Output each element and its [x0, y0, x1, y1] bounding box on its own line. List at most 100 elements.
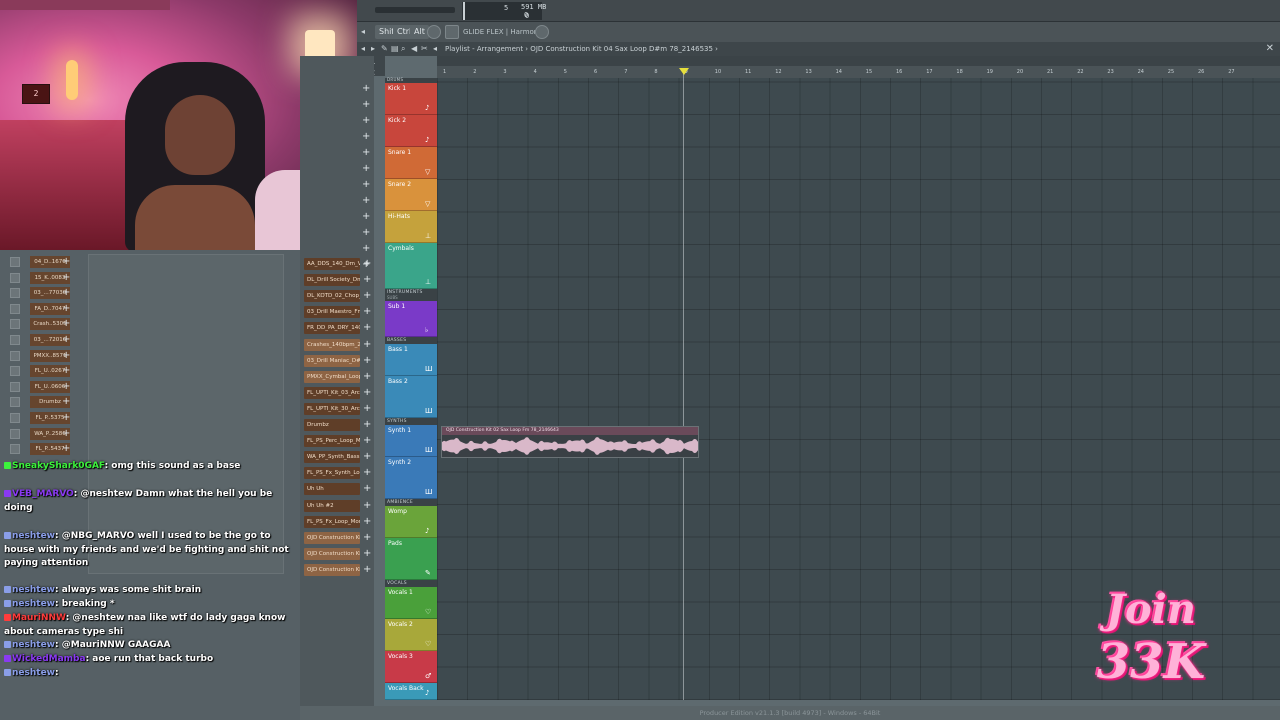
channel-row[interactable]: DL_KOTD_02_Chop_D...+: [302, 289, 372, 303]
arrow-left-icon[interactable]: ◂: [361, 44, 369, 53]
chat-username[interactable]: neshtew: [12, 640, 55, 650]
menu-icon[interactable]: [445, 25, 459, 39]
mute-toggle[interactable]: [10, 272, 20, 283]
channel-row[interactable]: FL_UPTI_Kit_03_Arc... +: [302, 386, 372, 400]
plus-icon[interactable]: +: [62, 349, 70, 363]
snap-icon[interactable]: [427, 25, 441, 39]
play-icon[interactable]: ▸: [371, 44, 379, 53]
plus-icon[interactable]: +: [362, 116, 372, 126]
plus-icon[interactable]: +: [362, 212, 372, 222]
plus-icon[interactable]: +: [62, 380, 70, 394]
group-basses[interactable]: BASSES: [385, 337, 437, 344]
channel-row[interactable]: 03_Drill Maniac_D#m...+: [302, 354, 372, 368]
playhead-marker[interactable]: [679, 68, 689, 75]
plus-icon[interactable]: +: [363, 354, 371, 368]
browser-row[interactable]: PMXX..8571 +: [0, 349, 300, 363]
mute-toggle[interactable]: [10, 397, 20, 408]
plus-icon[interactable]: +: [62, 411, 70, 425]
track-header[interactable]: Bass 2 Ш: [385, 376, 437, 418]
channel-row[interactable]: OJD Construction Kit...+: [302, 563, 372, 577]
plus-icon[interactable]: +: [62, 427, 70, 441]
audio-clip[interactable]: OJD Construction Kit 02 Sax Loop Fm 78_2…: [441, 426, 699, 458]
channel-row[interactable]: Drumbz +: [302, 418, 372, 432]
plus-icon[interactable]: +: [363, 531, 371, 545]
master-volume-slider[interactable]: [375, 7, 455, 13]
mute-toggle[interactable]: [10, 335, 20, 345]
channel-row[interactable]: FL_PS_Fx_Synth_Loop...+: [302, 466, 372, 480]
plus-icon[interactable]: +: [362, 164, 372, 174]
track-header[interactable]: Synth 1 Ш: [385, 425, 437, 457]
track-header[interactable]: Pads ✎: [385, 538, 437, 580]
time-selection-bar[interactable]: [437, 56, 1280, 66]
track-header[interactable]: Vocals 1 ♡: [385, 587, 437, 619]
arrow-icon[interactable]: ◂: [433, 44, 441, 53]
plus-icon[interactable]: +: [363, 289, 371, 303]
plus-icon[interactable]: +: [363, 482, 371, 496]
plus-icon[interactable]: +: [363, 499, 371, 513]
chat-username[interactable]: neshtew: [12, 599, 55, 609]
mute-toggle[interactable]: [10, 428, 20, 439]
channel-row[interactable]: AA_DDS_140_Dm_VR...+: [302, 257, 372, 271]
track-header[interactable]: Womp ♪: [385, 506, 437, 538]
plus-icon[interactable]: +: [363, 418, 371, 432]
chat-username[interactable]: MauriNNW: [12, 613, 66, 623]
channel-row[interactable]: DL_Drill Society_Dm...+: [302, 273, 372, 287]
browser-row[interactable]: Crash..5305 +: [0, 317, 300, 331]
group-instruments[interactable]: INSTRUMENTS SUBS: [385, 289, 437, 301]
track-header[interactable]: Vocals Back ♪: [385, 683, 437, 700]
browser-row[interactable]: 15_K..0083 +: [0, 271, 300, 285]
plus-icon[interactable]: +: [62, 286, 70, 300]
track-header[interactable]: Vocals 2 ♡: [385, 619, 437, 651]
channel-row[interactable]: Uh Uh #2 +: [302, 499, 372, 513]
plus-icon[interactable]: +: [363, 466, 371, 480]
plus-icon[interactable]: +: [62, 255, 70, 269]
chat-username[interactable]: neshtew: [12, 668, 55, 678]
channel-row[interactable]: PMXX_Cymbal_Loop...+: [302, 370, 372, 384]
plus-icon[interactable]: +: [62, 395, 70, 409]
track-header[interactable]: Kick 1 ♪: [385, 83, 437, 115]
mute-toggle[interactable]: [10, 303, 20, 314]
arrow-left-icon[interactable]: ◂: [361, 27, 369, 36]
track-header[interactable]: Bass 1 Ш: [385, 344, 437, 376]
channel-row[interactable]: 03_Drill Maestro_Fmi...+: [302, 305, 372, 319]
chat-username[interactable]: SneakyShark0GAF: [12, 461, 105, 471]
chat-username[interactable]: neshtew: [12, 585, 55, 595]
timeline-ruler[interactable]: 1 2 3 4 5 6 7 8 9 10 11 12 13 14 15 16 17 18 19 20 21 22 23 24 2…: [437, 66, 1280, 78]
track-header[interactable]: Kick 2 ♪: [385, 115, 437, 147]
plus-icon[interactable]: +: [62, 333, 70, 347]
plus-icon[interactable]: +: [363, 563, 371, 577]
plus-icon[interactable]: +: [362, 100, 372, 110]
brush-icon[interactable]: ▤: [391, 44, 399, 53]
browser-row[interactable]: FL_U..0267 +: [0, 364, 300, 378]
pencil-icon[interactable]: ✎: [381, 44, 389, 53]
channel-row[interactable]: FR_DD_PA_DRY_140...+: [302, 321, 372, 335]
track-header[interactable]: Hi-Hats ⊥: [385, 211, 437, 243]
browser-row[interactable]: 04_D..1670 +: [0, 255, 300, 269]
plus-icon[interactable]: +: [363, 402, 371, 416]
plus-icon[interactable]: +: [363, 338, 371, 352]
plus-icon[interactable]: +: [362, 84, 372, 94]
plus-icon[interactable]: +: [363, 547, 371, 561]
speaker-icon[interactable]: ◀: [411, 44, 419, 53]
browser-row[interactable]: FL_P..5375 +: [0, 411, 300, 425]
plus-icon[interactable]: +: [62, 271, 70, 285]
plus-icon[interactable]: +: [362, 244, 372, 254]
group-synths[interactable]: SYNTHS: [385, 418, 437, 425]
globe-icon[interactable]: [535, 25, 549, 39]
plus-icon[interactable]: +: [362, 132, 372, 142]
track-header[interactable]: Vocals 3 ♂: [385, 651, 437, 683]
mute-toggle[interactable]: [10, 350, 20, 361]
slice-icon[interactable]: ✂: [421, 44, 429, 53]
track-header[interactable]: Cymbals ⊥: [385, 243, 437, 289]
plus-icon[interactable]: +: [363, 370, 371, 384]
browser-row[interactable]: WA_P..2586 +: [0, 427, 300, 441]
plus-icon[interactable]: +: [363, 257, 371, 271]
channel-row[interactable]: OJD Construction Kit...+: [302, 531, 372, 545]
mute-toggle[interactable]: [10, 413, 20, 423]
channel-row[interactable]: Crashes_140bpm_22...+: [302, 338, 372, 352]
chat-username[interactable]: VEB_MARVO: [12, 489, 74, 499]
mute-toggle[interactable]: [10, 319, 20, 330]
plus-icon[interactable]: +: [62, 302, 70, 316]
browser-row[interactable]: Drumbz +: [0, 395, 300, 409]
channel-row[interactable]: FL_PS_Fx_Loop_Mor... +: [302, 515, 372, 529]
